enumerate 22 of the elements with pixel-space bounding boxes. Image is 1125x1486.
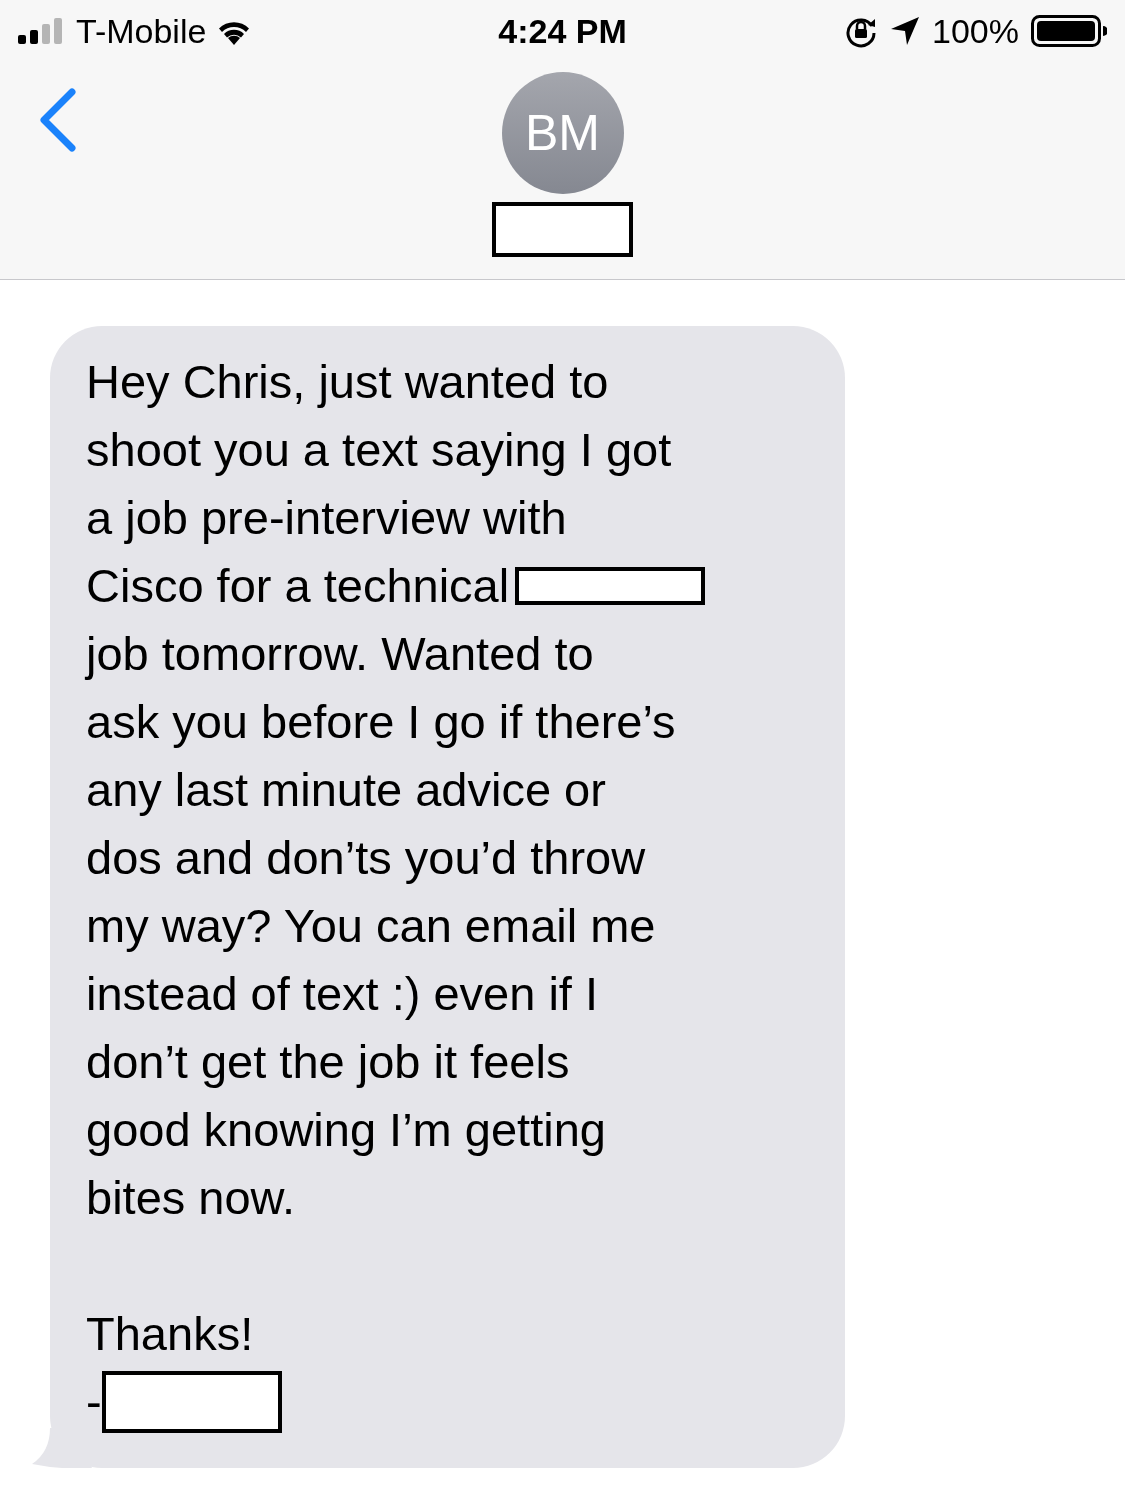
message-text: my way? You can email me: [86, 898, 656, 954]
message-text: -: [86, 1374, 102, 1430]
battery-percentage: 100%: [932, 10, 1019, 52]
message-text: ask you before I go if there’s: [86, 694, 676, 750]
message-text: any last minute advice or: [86, 762, 606, 818]
message-text: good knowing I’m getting: [86, 1102, 606, 1158]
location-arrow-icon: [890, 16, 921, 46]
carrier-name: T-Mobile: [76, 10, 207, 52]
message-text: instead of text :) even if I: [86, 966, 599, 1022]
message-text: bites now.: [86, 1170, 296, 1226]
clock-time: 4:24 PM: [498, 10, 627, 52]
message-text: Thanks!: [86, 1307, 254, 1360]
message-text: Cisco for a technical: [86, 558, 510, 614]
message-text: don’t get the job it feels: [86, 1034, 570, 1090]
back-icon[interactable]: [38, 88, 76, 152]
message-text: a job pre-interview with: [86, 490, 567, 546]
message-text: dos and don’ts you’d throw: [86, 830, 646, 886]
battery-icon: [1031, 15, 1107, 47]
message-text: Hey Chris, just wanted to: [86, 354, 609, 410]
message-text: shoot you a text saying I got: [86, 422, 672, 478]
message-text: job tomorrow. Wanted to: [86, 626, 594, 682]
contact-avatar[interactable]: BM: [501, 72, 624, 194]
